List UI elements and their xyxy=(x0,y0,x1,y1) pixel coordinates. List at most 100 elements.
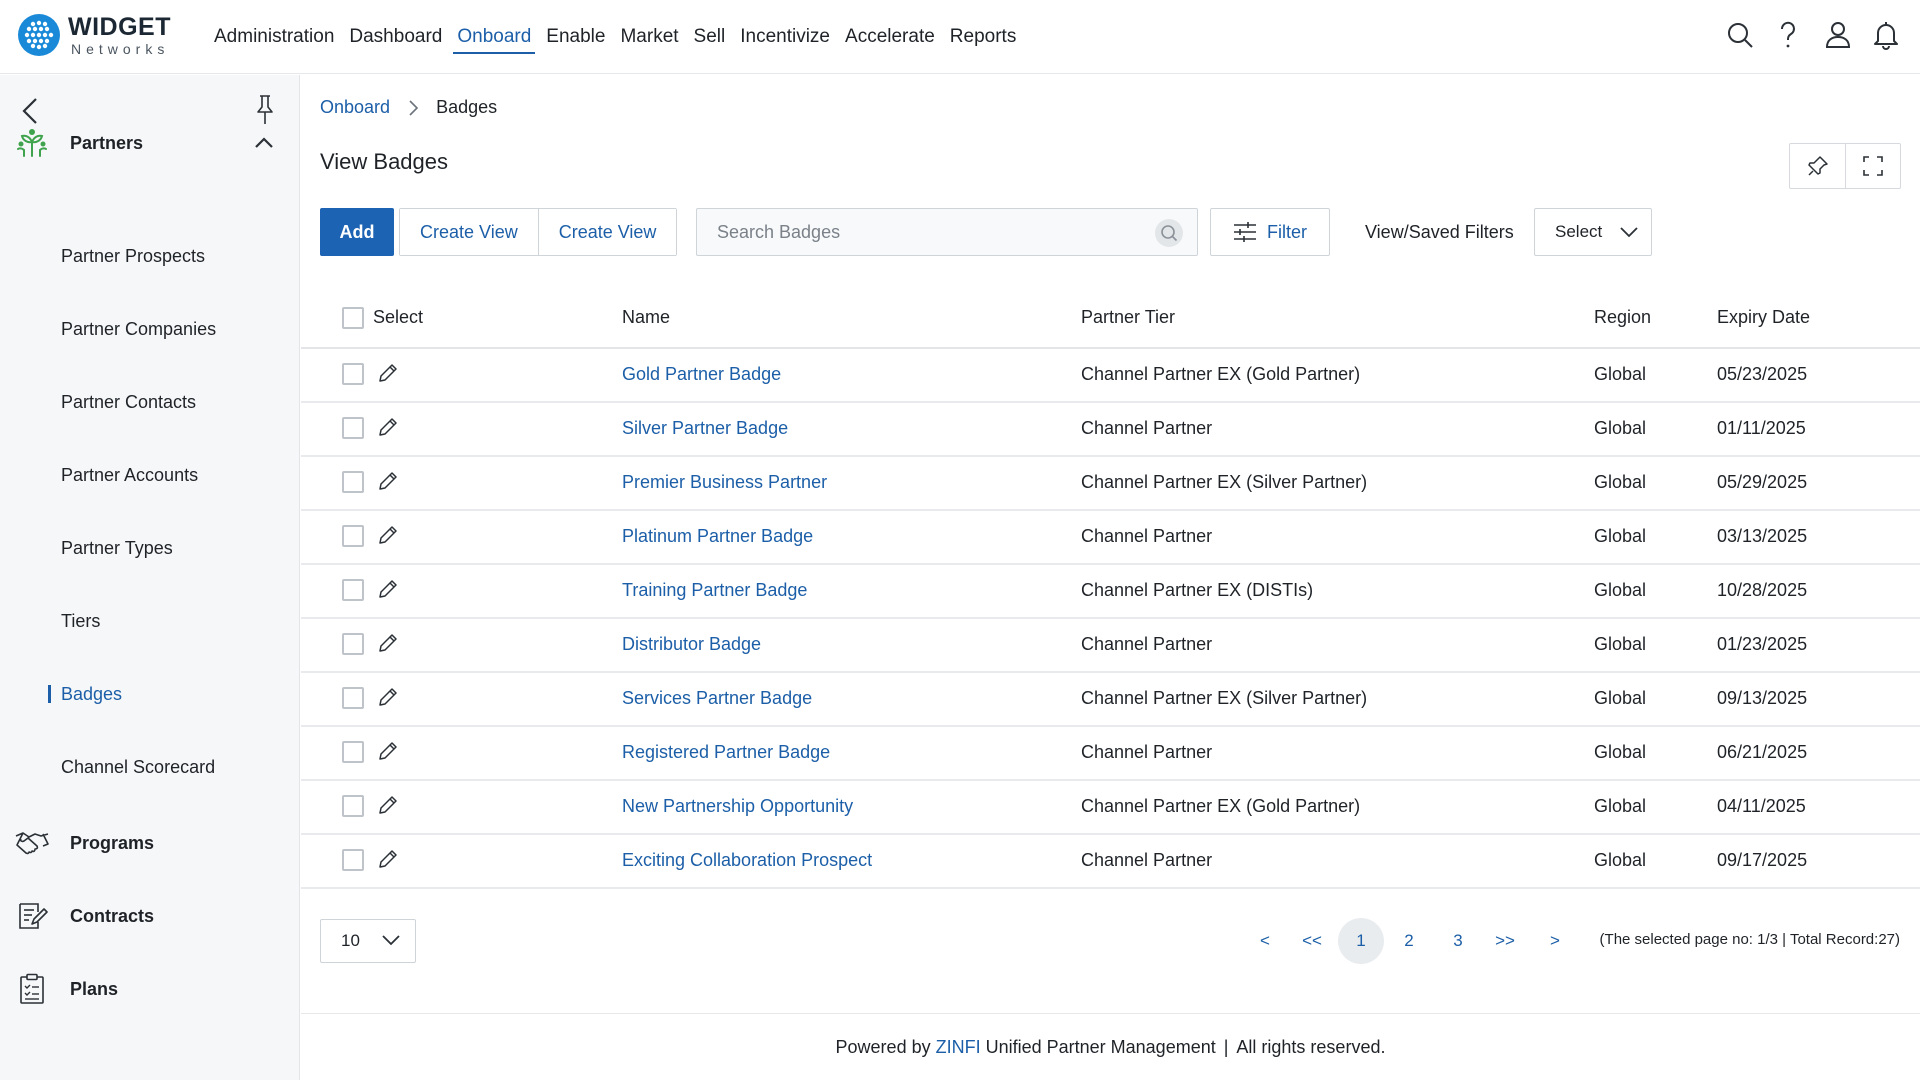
nav-enable[interactable]: Enable xyxy=(546,0,605,74)
page-2-button[interactable]: 2 xyxy=(1397,919,1421,963)
sidebar-item-partner-companies[interactable]: Partner Companies xyxy=(61,314,216,344)
toolbar: Add Create View Create View Filter View/… xyxy=(320,208,1900,256)
footer-brand-link[interactable]: ZINFI xyxy=(936,1037,981,1058)
header-region[interactable]: Region xyxy=(1594,307,1651,328)
filter-button[interactable]: Filter xyxy=(1210,208,1330,256)
sidebar-item-partner-types[interactable]: Partner Types xyxy=(61,533,173,563)
row-checkbox[interactable] xyxy=(342,795,364,817)
create-view-button[interactable]: Create View xyxy=(400,209,538,255)
table-row: Premier Business Partner Channel Partner … xyxy=(301,457,1920,511)
badge-name-link[interactable]: New Partnership Opportunity xyxy=(622,796,853,817)
sidebar-group-plans[interactable]: Plans xyxy=(0,967,300,1011)
edit-pencil-icon[interactable] xyxy=(376,523,402,549)
edit-pencil-icon[interactable] xyxy=(376,577,402,603)
expiry-date-cell: 01/23/2025 xyxy=(1717,634,1808,654)
row-checkbox[interactable] xyxy=(342,417,364,439)
expiry-date-cell: 09/17/2025 xyxy=(1717,850,1808,870)
first-page-button[interactable]: << xyxy=(1297,919,1327,963)
row-checkbox[interactable] xyxy=(342,363,364,385)
page-title: View Badges xyxy=(320,149,449,174)
nav-reports[interactable]: Reports xyxy=(950,0,1017,74)
nav-incentivize[interactable]: Incentivize xyxy=(740,0,830,74)
badge-name-link[interactable]: Services Partner Badge xyxy=(622,688,812,709)
page-3-button[interactable]: 3 xyxy=(1446,919,1470,963)
table-row: Silver Partner Badge Channel Partner Globa… xyxy=(301,403,1920,457)
edit-pencil-icon[interactable] xyxy=(376,793,402,819)
pin-icon[interactable] xyxy=(1790,144,1845,188)
edit-pencil-icon[interactable] xyxy=(376,685,402,711)
edit-pencil-icon[interactable] xyxy=(376,739,402,765)
search-icon[interactable] xyxy=(1724,18,1756,52)
badge-name-link[interactable]: Registered Partner Badge xyxy=(622,742,830,763)
badge-name-link[interactable]: Distributor Badge xyxy=(622,634,761,655)
user-icon[interactable] xyxy=(1822,18,1854,52)
prev-page-button[interactable]: < xyxy=(1253,919,1277,963)
nav-sell[interactable]: Sell xyxy=(694,0,726,74)
header-name[interactable]: Name xyxy=(622,307,670,328)
sidebar-item-partner-accounts[interactable]: Partner Accounts xyxy=(61,460,198,490)
help-icon[interactable] xyxy=(1772,18,1804,52)
page-size-select[interactable]: 10 xyxy=(320,919,416,963)
handshake-icon xyxy=(14,825,50,861)
badge-name-link[interactable]: Exciting Collaboration Prospect xyxy=(622,850,872,871)
edit-pencil-icon[interactable] xyxy=(376,361,402,387)
edit-pencil-icon[interactable] xyxy=(376,631,402,657)
footer-prefix: Powered by xyxy=(835,1036,931,1057)
nav-onboard[interactable]: Onboard xyxy=(453,0,536,74)
sidebar-item-channel-scorecard[interactable]: Channel Scorecard xyxy=(61,752,215,782)
brand-logo[interactable]: WIDGET Networks xyxy=(18,14,171,56)
partner-tier-cell: Channel Partner xyxy=(1081,418,1213,438)
main-nav: Administration Dashboard Onboard Enable … xyxy=(214,0,1031,74)
create-view-button-2[interactable]: Create View xyxy=(537,209,677,255)
fullscreen-icon[interactable] xyxy=(1845,144,1900,188)
page-size-value: 10 xyxy=(341,931,360,950)
sidebar-item-partner-contacts[interactable]: Partner Contacts xyxy=(61,387,196,417)
badge-name-link[interactable]: Platinum Partner Badge xyxy=(622,526,813,547)
table-header: Select Name Partner Tier Region Expiry D… xyxy=(301,287,1920,349)
expiry-date-cell: 05/23/2025 xyxy=(1717,364,1808,384)
nav-dashboard[interactable]: Dashboard xyxy=(349,0,442,74)
edit-pencil-icon[interactable] xyxy=(376,415,402,441)
edit-pencil-icon[interactable] xyxy=(376,469,402,495)
badge-name-link[interactable]: Premier Business Partner xyxy=(622,472,827,493)
search-submit-icon[interactable] xyxy=(1155,219,1183,247)
edit-pencil-icon[interactable] xyxy=(376,847,402,873)
badge-name-link[interactable]: Silver Partner Badge xyxy=(622,418,788,439)
partner-tier-cell: Channel Partner xyxy=(1081,742,1213,762)
sidebar-item-tiers[interactable]: Tiers xyxy=(61,606,100,636)
sidebar-group-partners[interactable]: Partners xyxy=(0,121,300,165)
sidebar-item-badges[interactable]: Badges xyxy=(47,679,122,709)
table-row: Gold Partner Badge Channel Partner EX (Go… xyxy=(301,349,1920,403)
header-partner-tier[interactable]: Partner Tier xyxy=(1081,307,1175,328)
sidebar-item-partner-prospects[interactable]: Partner Prospects xyxy=(61,241,205,271)
nav-administration[interactable]: Administration xyxy=(214,0,334,74)
row-checkbox[interactable] xyxy=(342,579,364,601)
last-page-button[interactable]: >> xyxy=(1490,919,1520,963)
top-bar: WIDGET Networks Administration Dashboard… xyxy=(0,0,1920,74)
nav-market[interactable]: Market xyxy=(620,0,678,74)
nav-accelerate[interactable]: Accelerate xyxy=(845,0,935,74)
row-checkbox[interactable] xyxy=(342,687,364,709)
expiry-date-cell: 06/21/2025 xyxy=(1717,742,1808,762)
saved-filters-select[interactable]: Select xyxy=(1534,208,1652,256)
row-checkbox[interactable] xyxy=(342,525,364,547)
breadcrumb-onboard[interactable]: Onboard xyxy=(320,97,390,118)
badge-name-link[interactable]: Training Partner Badge xyxy=(622,580,807,601)
add-button[interactable]: Add xyxy=(320,208,394,256)
header-expiry-date[interactable]: Expiry Date xyxy=(1717,307,1810,328)
next-page-button[interactable]: > xyxy=(1543,919,1567,963)
region-cell: Global xyxy=(1594,364,1647,384)
row-checkbox[interactable] xyxy=(342,633,364,655)
row-checkbox[interactable] xyxy=(342,849,364,871)
row-checkbox[interactable] xyxy=(342,471,364,493)
table-row: Distributor Badge Channel Partner Global 01… xyxy=(301,619,1920,673)
row-checkbox[interactable] xyxy=(342,741,364,763)
bell-icon[interactable] xyxy=(1870,18,1902,52)
search-input[interactable] xyxy=(697,209,1147,255)
select-all-checkbox[interactable] xyxy=(342,307,364,329)
page-1-button[interactable]: 1 xyxy=(1338,918,1384,964)
badge-name-link[interactable]: Gold Partner Badge xyxy=(622,364,781,385)
chevron-up-icon[interactable] xyxy=(252,131,276,155)
sidebar-group-contracts[interactable]: Contracts xyxy=(0,894,300,938)
sidebar-group-programs[interactable]: Programs xyxy=(0,821,300,865)
